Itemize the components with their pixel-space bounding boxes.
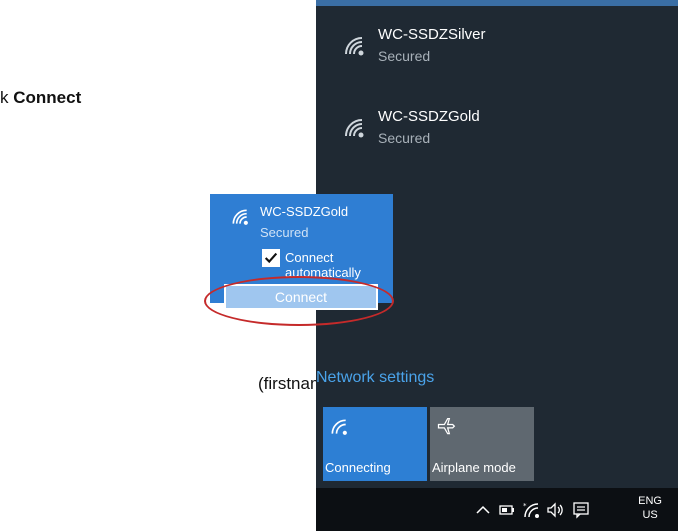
wifi-icon [345, 119, 364, 138]
flyout-top-border [316, 0, 678, 6]
tile-connecting[interactable]: Connecting [323, 407, 427, 481]
wifi-icon [232, 209, 248, 225]
language-code: ENG [638, 495, 662, 507]
tile-airplane-mode[interactable]: Airplane mode [430, 407, 534, 481]
network-status: Secured [378, 130, 431, 146]
tile-label: Airplane mode [432, 460, 516, 475]
network-item-silver[interactable]: WC-SSDZSilver Secured [316, 26, 678, 106]
network-name: WC-SSDZGold [260, 204, 349, 219]
volume-icon[interactable] [546, 501, 564, 519]
instruction-bold-connect: Connect [13, 88, 82, 107]
instruction-text-connect: k Connect [0, 88, 81, 108]
chevron-up-icon[interactable] [474, 501, 492, 519]
battery-icon[interactable] [498, 501, 516, 519]
network-name: WC-SSDZGold [378, 108, 480, 125]
highlight-ring [204, 276, 394, 326]
action-center-icon[interactable] [572, 501, 590, 519]
network-settings-link[interactable]: Network settings [316, 369, 434, 387]
airplane-icon [437, 418, 456, 435]
instruction-prefix: k [0, 88, 14, 107]
checkmark-icon [264, 252, 278, 264]
tile-label: Connecting [325, 460, 391, 475]
network-status: Secured [260, 225, 309, 240]
network-name: WC-SSDZSilver [378, 26, 486, 43]
svg-text:*: * [523, 502, 527, 510]
taskbar: * ENG US [316, 488, 678, 531]
network-item-gold[interactable]: WC-SSDZGold Secured [316, 108, 678, 188]
region-code: US [642, 509, 658, 521]
wifi-icon[interactable]: * [522, 501, 540, 519]
wifi-icon [331, 419, 347, 435]
connect-automatically-checkbox[interactable] [262, 249, 280, 267]
wifi-icon [345, 37, 364, 56]
network-status: Secured [378, 48, 431, 64]
language-indicator[interactable]: ENG US [638, 494, 662, 522]
